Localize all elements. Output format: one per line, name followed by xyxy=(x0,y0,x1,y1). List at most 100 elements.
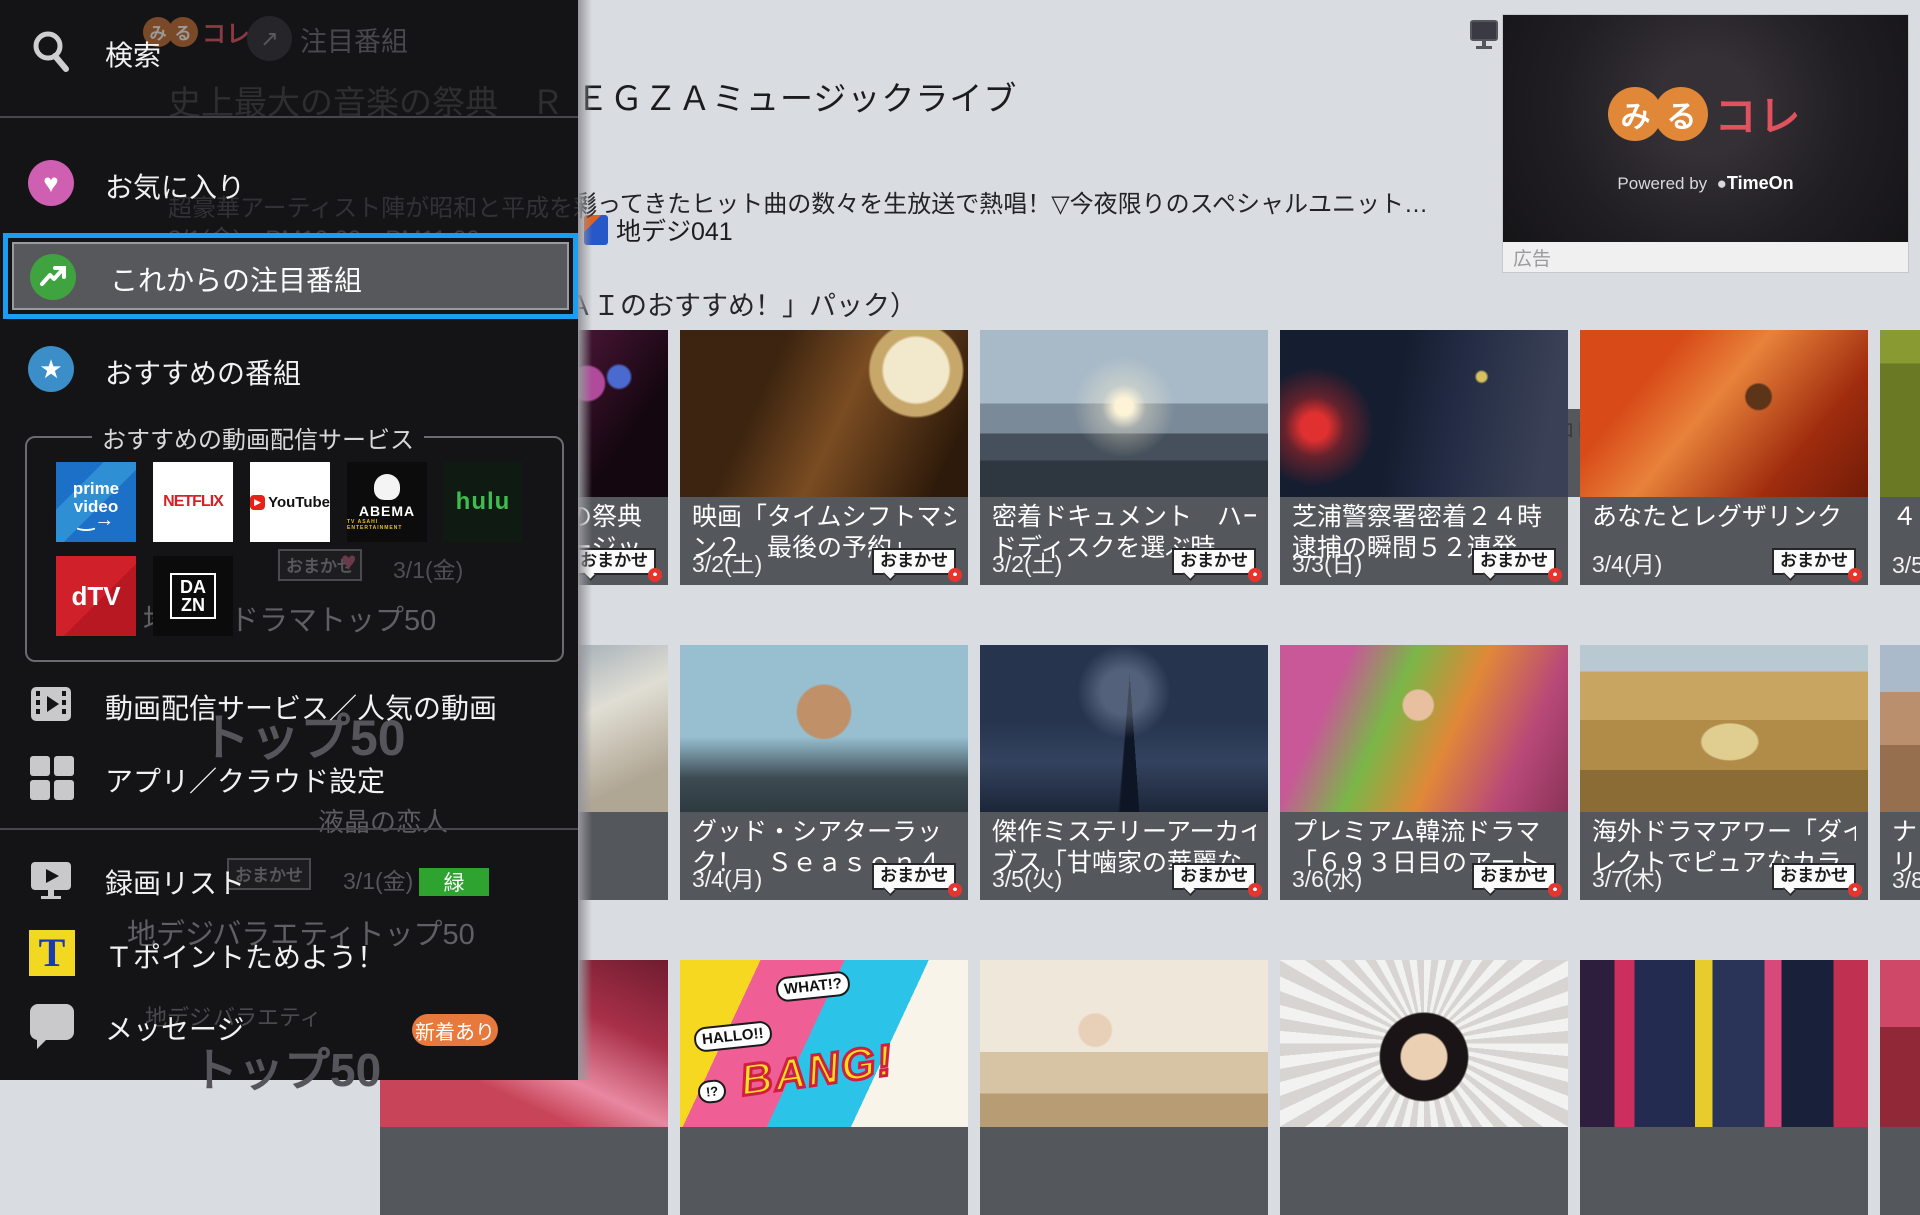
channel-row: 地デジ041 xyxy=(584,212,733,248)
service-logo-netflix[interactable]: NETFLIX xyxy=(153,462,233,542)
sidebar-item-label: おすすめの番組 xyxy=(105,352,301,392)
tile-date: 3/5 xyxy=(1892,552,1920,579)
sidebar-item-recordings[interactable]: 録画リスト 緑 xyxy=(0,854,578,906)
sidebar-panel: みるコレ↗注目番組史上最大の音楽の祭典 Ｒ超豪華アーティスト陣が昭和と平成を彩3… xyxy=(0,0,578,1080)
program-tile[interactable] xyxy=(980,960,1268,1215)
program-thumbnail xyxy=(1280,960,1568,1127)
program-tile[interactable]: 海外ドラマアワー「ダイレクトでピュアなカラ…3/7(木)おまかせ xyxy=(1580,645,1868,900)
channel-name: 地デジ041 xyxy=(616,212,733,248)
comic-bubble: HALLO!! xyxy=(693,1020,773,1053)
star-icon: ★ xyxy=(28,346,74,392)
tile-caption: グッド・シアターラック！ Ｓｅａｓｏｎ４3/4(月)おまかせ xyxy=(680,812,968,900)
apps-grid-icon xyxy=(30,756,74,800)
sidebar-item-label: Ｔポイントためよう！ xyxy=(105,936,385,976)
service-logo-dazn[interactable]: DAZN xyxy=(153,556,233,636)
tile-title-line: ４Ｋ xyxy=(1892,502,1920,533)
screen-mirroring-icon[interactable] xyxy=(1466,18,1502,52)
program-tile[interactable]: あなたとレグザリンク3/4(月)おまかせ xyxy=(1580,330,1868,585)
program-tile[interactable] xyxy=(1580,960,1868,1215)
tile-date: 3/4(月) xyxy=(692,860,762,894)
film-icon xyxy=(28,681,74,727)
program-tile[interactable]: 芝浦警察署密着２４時逮捕の瞬間５２連発…3/3(日)おまかせ xyxy=(1280,330,1568,585)
sidebar-item-messages[interactable]: メッセージ 新着あり xyxy=(0,1000,578,1052)
omakase-badge: おまかせ xyxy=(1172,548,1256,575)
sidebar-item-tpoint[interactable]: T Ｔポイントためよう！ xyxy=(0,928,578,980)
program-thumbnail xyxy=(1580,330,1868,497)
dimmed-text: 液晶の恋人 xyxy=(318,802,448,839)
tile-caption xyxy=(380,1127,668,1215)
program-tile[interactable]: WHAT!?HALLO!!!? BANG! xyxy=(680,960,968,1215)
tile-caption xyxy=(1280,1127,1568,1215)
tpoint-icon: T xyxy=(29,930,75,976)
program-tile[interactable]: プレミアム韓流ドラマ「６９３日目のアート…3/6(水)おまかせ xyxy=(1280,645,1568,900)
sidebar-item-label: 検索 xyxy=(105,34,161,74)
omakase-badge: おまかせ xyxy=(872,863,956,890)
sidebar-item-label: 録画リスト xyxy=(105,862,245,902)
mirucolle-logo: み る コレ xyxy=(1503,83,1908,144)
program-tile[interactable]: 密着ドキュメント ハードディスクを選ぶ時3/2(土)おまかせ xyxy=(980,330,1268,585)
tile-caption: プレミアム韓流ドラマ「６９３日目のアート…3/6(水)おまかせ xyxy=(1280,812,1568,900)
tile-caption xyxy=(1880,1127,1920,1215)
program-thumbnail xyxy=(980,330,1268,497)
sidebar-item-apps-cloud[interactable]: アプリ／クラウド設定 xyxy=(0,752,578,804)
service-logo-youtube[interactable]: ▶YouTube xyxy=(250,462,330,542)
program-tile[interactable] xyxy=(1880,960,1920,1215)
sidebar-item-label: 動画配信サービス／人気の動画 xyxy=(105,687,497,727)
logo-circle: る xyxy=(1654,87,1708,141)
tile-caption: ナリ3/8おまかせ xyxy=(1880,812,1920,900)
sidebar-item-vod-services[interactable]: 動画配信サービス／人気の動画 xyxy=(0,679,578,731)
comic-bubble: WHAT!? xyxy=(775,970,851,1003)
sidebar-item-recommended[interactable]: ★ おすすめの番組 xyxy=(0,344,578,396)
tile-title-line: 海外ドラマアワー「ダイ xyxy=(1592,817,1856,848)
tile-date: 3/4(月) xyxy=(1592,545,1662,579)
program-thumbnail xyxy=(1280,645,1568,812)
service-logo-dtv[interactable]: dTV xyxy=(56,556,136,636)
program-tile[interactable]: 映画「タイムシフトマシン２ 最後の予約」3/2(土)おまかせ xyxy=(680,330,968,585)
tile-caption: 海外ドラマアワー「ダイレクトでピュアなカラ…3/7(木)おまかせ xyxy=(1580,812,1868,900)
tile-date: 3/8 xyxy=(1892,867,1920,894)
comic-bubble: !? xyxy=(697,1079,728,1105)
sidebar-item-upcoming-selected[interactable]: これからの注目番組 xyxy=(3,233,578,319)
tile-date: 3/3(日) xyxy=(1292,545,1362,579)
trending-icon xyxy=(30,254,76,300)
tile-date: 3/7(木) xyxy=(1592,860,1662,894)
program-tile[interactable] xyxy=(1280,960,1568,1215)
program-tile[interactable]: ４Ｋ3/5おまかせ xyxy=(1880,330,1920,585)
sidebar-item-label: メッセージ xyxy=(105,1008,244,1048)
omakase-badge: おまかせ xyxy=(1772,548,1856,575)
ad-banner[interactable]: み る コレ Powered by ●TimeOn みるコレ 広告 xyxy=(1503,15,1908,272)
program-thumbnail xyxy=(680,330,968,497)
omakase-badge: おまかせ xyxy=(1172,863,1256,890)
comic-bang-text: BANG! xyxy=(737,1036,897,1107)
service-logo-abema[interactable]: ABEMATV ASAHI ENTERTAINMENT xyxy=(347,462,427,542)
tile-date: 3/5(火) xyxy=(992,860,1062,894)
program-tile[interactable]: ナリ3/8おまかせ xyxy=(1880,645,1920,900)
tile-caption xyxy=(680,1127,968,1215)
omakase-badge: おまかせ xyxy=(1772,863,1856,890)
tile-caption: 傑作ミステリーアーカイブス「甘噛家の華麗な…3/5(火)おまかせ xyxy=(980,812,1268,900)
sidebar-item-favorites[interactable]: ♥ お気に入り xyxy=(0,158,578,210)
program-tile[interactable]: 傑作ミステリーアーカイブス「甘噛家の華麗な…3/5(火)おまかせ xyxy=(980,645,1268,900)
program-thumbnail xyxy=(1580,645,1868,812)
sidebar-item-search[interactable]: 検索 xyxy=(0,26,578,78)
program-thumbnail xyxy=(680,645,968,812)
new-message-badge: 新着あり xyxy=(412,1014,498,1046)
tile-title-line: 芝浦警察署密着２４時 xyxy=(1292,502,1556,533)
tile-title-line: グッド・シアターラッ xyxy=(692,817,956,848)
powered-by-line: Powered by ●TimeOn xyxy=(1503,173,1908,194)
tile-caption: 密着ドキュメント ハードディスクを選ぶ時3/2(土)おまかせ xyxy=(980,497,1268,585)
service-logo-prime[interactable]: primevideo‿→ xyxy=(56,462,136,542)
section-title: ＡＩのおすすめ！」パック） xyxy=(566,284,917,323)
program-thumbnail: WHAT!?HALLO!!!? BANG! xyxy=(680,960,968,1127)
sidebar-item-label: アプリ／クラウド設定 xyxy=(105,760,385,800)
program-tile[interactable]: グッド・シアターラック！ Ｓｅａｓｏｎ４3/4(月)おまかせ xyxy=(680,645,968,900)
tile-date: 3/6(水) xyxy=(1292,860,1362,894)
selection-highlight: これからの注目番組 xyxy=(12,242,569,310)
program-thumbnail xyxy=(980,960,1268,1127)
tile-title-line: プレミアム韓流ドラマ xyxy=(1292,817,1556,848)
omakase-badge: おまかせ xyxy=(872,548,956,575)
tile-caption: 映画「タイムシフトマシン２ 最後の予約」3/2(土)おまかせ xyxy=(680,497,968,585)
service-logo-hulu[interactable]: hulu xyxy=(443,462,523,542)
program-thumbnail xyxy=(980,645,1268,812)
program-thumbnail xyxy=(1880,645,1920,812)
